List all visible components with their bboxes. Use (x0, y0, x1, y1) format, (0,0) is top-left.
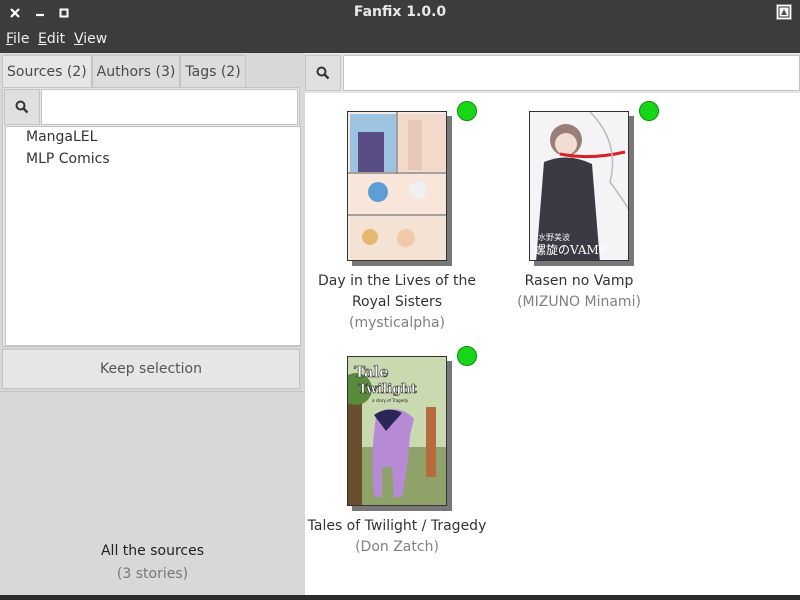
keep-selection-button[interactable]: Keep selection (2, 349, 300, 389)
book-item[interactable]: 水野美波 螺旋のVAMP Rasen no Vamp (MIZUNO Minam… (489, 101, 669, 321)
book-title-line: Day in the Lives of the (318, 273, 476, 289)
book-cover (347, 111, 447, 261)
menu-edit[interactable]: Edit (38, 31, 65, 47)
library-search-bar (305, 53, 800, 93)
tab-authors[interactable]: Authors (3) (91, 55, 181, 87)
summary-count: (3 stories) (116, 566, 189, 582)
browser-panel: Sources (2) Authors (3) Tags (2) MangaLE… (0, 53, 305, 595)
sources-panel: MangaLEL MLP Comics (2, 87, 301, 347)
cover-text: Twilight (358, 382, 417, 397)
book-title-line: Rasen no Vamp (524, 273, 634, 289)
search-icon[interactable] (4, 89, 40, 125)
library-panel: Day in the Lives of the Royal Sisters (m… (305, 53, 800, 595)
tab-sources[interactable]: Sources (2) (2, 55, 92, 87)
book-title-line: Tales of Twilight / Tragedy (307, 518, 487, 534)
cover-text: 螺旋のVAMP (534, 243, 607, 257)
cover-text: Tale (354, 363, 389, 381)
book-author: (MIZUNO Minami) (517, 294, 641, 310)
window-bottom-border (0, 595, 800, 600)
library-search-input[interactable] (343, 55, 800, 91)
tab-tags[interactable]: Tags (2) (180, 55, 246, 87)
book-item[interactable]: Day in the Lives of the Royal Sisters (m… (307, 101, 487, 341)
summary-title: All the sources (100, 543, 205, 559)
book-item[interactable]: Tale Twilight a story of Tragedy Tales o… (307, 346, 487, 566)
menu-bar: File Edit View (0, 26, 800, 53)
book-author: (mysticalpha) (348, 315, 446, 331)
menu-file[interactable]: File (6, 31, 29, 47)
list-item[interactable]: MLP Comics (26, 151, 110, 167)
list-item[interactable]: MangaLEL (26, 129, 97, 145)
cached-status-icon (457, 101, 477, 121)
app-icon[interactable] (776, 4, 792, 20)
title-bar: Fanfix 1.0.0 (0, 0, 800, 26)
search-icon[interactable] (305, 55, 341, 91)
book-cover: 水野美波 螺旋のVAMP (529, 111, 629, 261)
book-author: (Don Zatch) (355, 539, 439, 555)
window-title: Fanfix 1.0.0 (353, 4, 447, 20)
book-title-line: Royal Sisters (351, 294, 443, 310)
cached-status-icon (639, 101, 659, 121)
cover-text: 水野美波 (538, 232, 570, 242)
cover-text: a story of Tragedy (372, 398, 409, 403)
sources-search-input[interactable] (41, 89, 298, 125)
sources-list: MangaLEL MLP Comics (5, 126, 301, 346)
book-cover: Tale Twilight a story of Tragedy (347, 356, 447, 506)
menu-view[interactable]: View (74, 31, 107, 47)
tab-strip: Sources (2) Authors (3) Tags (2) (2, 55, 246, 87)
cached-status-icon (457, 346, 477, 366)
divider (0, 391, 305, 392)
